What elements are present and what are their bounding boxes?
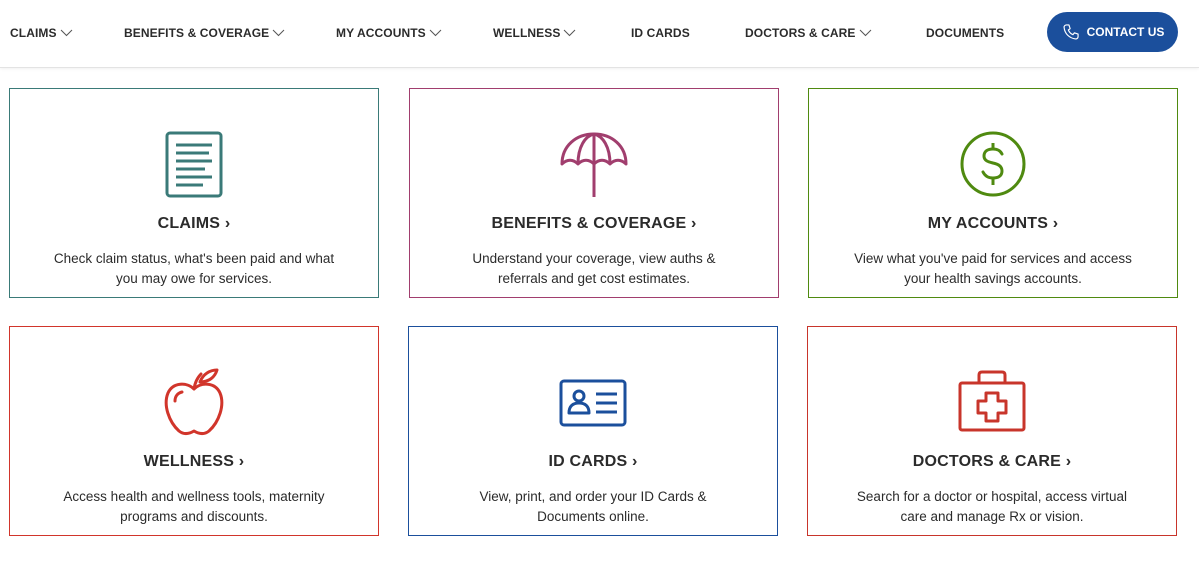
nav-item-benefits-coverage[interactable]: BENEFITS & COVERAGE xyxy=(124,24,285,42)
nav-item-label: DOCUMENTS xyxy=(926,26,1005,40)
nav-item-wellness[interactable]: WELLNESS xyxy=(493,24,576,42)
card-description: Search for a doctor or hospital, access … xyxy=(856,489,1128,524)
chevron-down-icon xyxy=(859,29,871,37)
card-doctors-care[interactable]: DOCTORS & CARE › Search for a doctor or … xyxy=(807,326,1177,536)
nav-item-label: BENEFITS & COVERAGE xyxy=(124,26,270,40)
card-description: Understand your coverage, view auths & r… xyxy=(472,251,716,286)
card-title: ID CARDS › xyxy=(548,453,638,470)
nav-item-my-accounts[interactable]: MY ACCOUNTS xyxy=(336,24,442,42)
phone-icon xyxy=(1063,24,1079,40)
nav-item-documents[interactable]: DOCUMENTS xyxy=(926,24,1004,42)
document-icon xyxy=(159,129,229,199)
card-title: DOCTORS & CARE › xyxy=(912,453,1072,470)
nav-item-label: MY ACCOUNTS xyxy=(336,26,426,40)
nav-item-label: DOCTORS & CARE xyxy=(745,26,856,40)
nav-item-label: CLAIMS xyxy=(10,26,57,40)
card-description: View what you've paid for services and a… xyxy=(854,251,1132,286)
card-id-cards[interactable]: ID CARDS › View, print, and order your I… xyxy=(408,326,778,536)
card-my-accounts[interactable]: MY ACCOUNTS › View what you've paid for … xyxy=(808,88,1178,298)
card-title: CLAIMS › xyxy=(157,215,231,232)
nav-item-label: WELLNESS xyxy=(493,26,561,40)
card-description: Check claim status, what's been paid and… xyxy=(53,251,335,286)
chevron-down-icon xyxy=(272,29,285,37)
card-title: WELLNESS › xyxy=(143,453,245,470)
card-title: MY ACCOUNTS › xyxy=(927,215,1059,232)
card-description: Access health and wellness tools, matern… xyxy=(63,489,325,524)
umbrella-icon xyxy=(559,129,629,199)
nav-item-claims[interactable]: CLAIMS xyxy=(10,24,73,42)
chevron-down-icon xyxy=(429,29,442,37)
first-aid-kit-icon xyxy=(957,367,1027,437)
apple-icon xyxy=(159,367,229,437)
nav-item-label: ID CARDS xyxy=(631,26,690,40)
card-description: View, print, and order your ID Cards & D… xyxy=(479,489,707,524)
card-title: BENEFITS & COVERAGE › xyxy=(491,215,697,232)
chevron-down-icon xyxy=(564,29,576,37)
contact-us-label: CONTACT US xyxy=(1086,25,1165,39)
dollar-icon xyxy=(958,129,1028,199)
nav-item-doctors-care[interactable]: DOCTORS & CARE xyxy=(745,24,872,42)
card-claims[interactable]: CLAIMS › Check claim status, what's been… xyxy=(9,88,379,298)
id-card-icon xyxy=(558,367,628,437)
nav-item-id-cards[interactable]: ID CARDS xyxy=(631,24,690,42)
top-navigation: CLAIMS BENEFITS & COVERAGE MY ACCOUNTS W… xyxy=(0,0,1199,68)
card-benefits-coverage[interactable]: BENEFITS & COVERAGE › Understand your co… xyxy=(409,88,779,298)
contact-us-button[interactable]: CONTACT US xyxy=(1047,12,1178,52)
chevron-down-icon xyxy=(60,29,72,37)
card-wellness[interactable]: WELLNESS › Access health and wellness to… xyxy=(9,326,379,536)
